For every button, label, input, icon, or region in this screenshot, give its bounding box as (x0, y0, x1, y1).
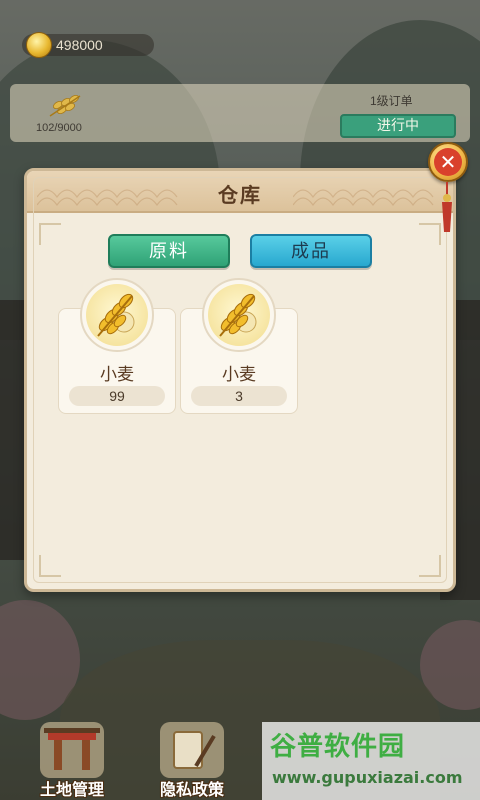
item-name: 小麦 (100, 365, 134, 385)
watermark-title: 谷普软件园 (270, 732, 406, 762)
order-level: 1级订单 (370, 94, 413, 108)
corner-ornament (419, 223, 441, 245)
item-name: 小麦 (222, 365, 256, 385)
close-icon: ✕ (434, 148, 462, 176)
site-watermark: 谷普软件园 www.gupuxiazai.com (262, 722, 480, 800)
item-icon-frame (202, 278, 276, 352)
dialog-title: 仓库 (218, 183, 262, 207)
order-progress: 102/9000 (36, 122, 82, 134)
dialog-header: 仓库 (27, 171, 453, 213)
tab-materials[interactable]: 原料 (108, 234, 230, 268)
item-quantity: 3 (191, 386, 287, 406)
corner-ornament (419, 555, 441, 577)
item-quantity: 99 (69, 386, 165, 406)
coin-amount: 498000 (56, 37, 103, 53)
privacy-policy-label: 隐私政策 (159, 780, 224, 799)
wheat-icon (219, 293, 257, 337)
wheat-icon (49, 94, 81, 117)
close-button[interactable]: ✕ (428, 142, 468, 182)
tassel-ornament (442, 182, 452, 232)
order-panel: 102/9000 1级订单 进行中 (10, 84, 470, 142)
scroll-icon (160, 722, 224, 778)
order-status-button[interactable]: 进行中 (340, 114, 456, 138)
land-management-label: 土地管理 (39, 780, 104, 799)
land-management-button[interactable]: 土地管理 (26, 718, 118, 800)
gate-icon (40, 722, 104, 778)
coin-icon (26, 32, 52, 58)
coin-balance: 498000 (22, 32, 154, 58)
wheat-icon (97, 293, 135, 337)
watermark-url: www.gupuxiazai.com (272, 768, 463, 787)
item-icon-frame (80, 278, 154, 352)
corner-ornament (39, 555, 61, 577)
corner-ornament (39, 223, 61, 245)
privacy-policy-button[interactable]: 隐私政策 (146, 718, 238, 800)
tab-products[interactable]: 成品 (250, 234, 372, 268)
